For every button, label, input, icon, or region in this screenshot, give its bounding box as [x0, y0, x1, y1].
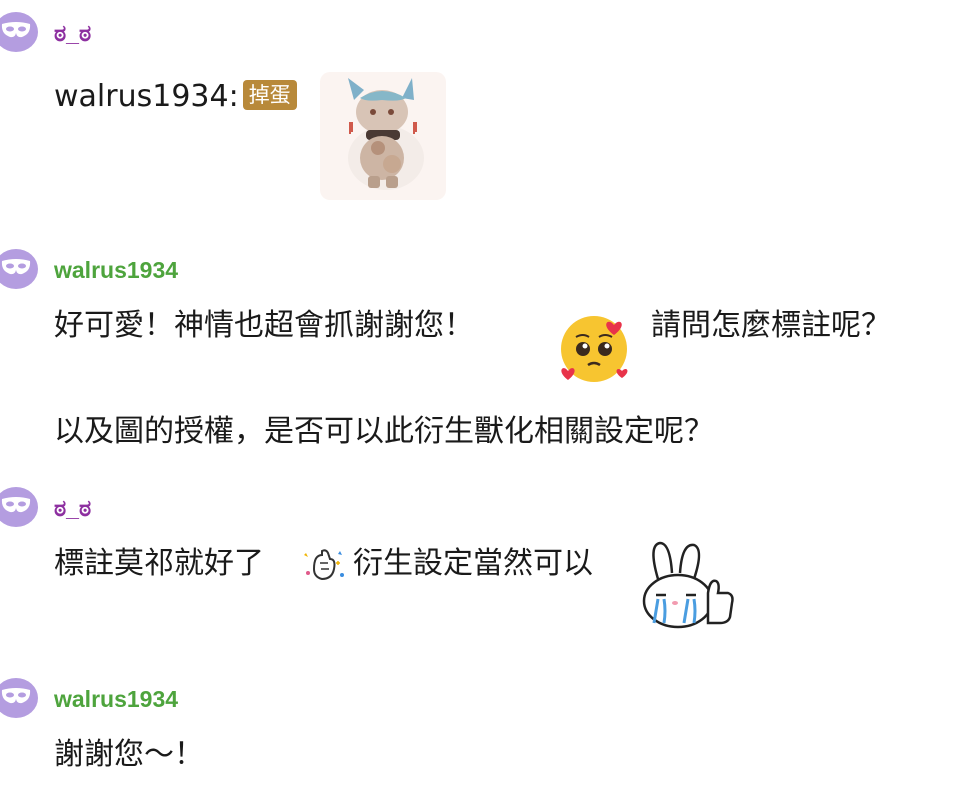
username[interactable]: walrus1934 — [54, 257, 178, 283]
message-header: walrus1934 — [0, 249, 969, 289]
message-text: 謝謝您～！ — [54, 735, 204, 775]
message-prefix: walrus1934: — [54, 79, 239, 114]
message-text-part: 標註莫祁就好了 — [54, 546, 264, 581]
avatar[interactable] — [0, 249, 38, 289]
message-text-part: 好可愛！神情也超會抓謝謝您！ — [54, 308, 474, 343]
avatar[interactable] — [0, 487, 38, 527]
message-text: walrus1934: 掉蛋 — [54, 77, 297, 117]
message-text: 標註莫祁就好了 — [54, 544, 264, 584]
message-header: walrus1934 — [0, 678, 969, 718]
username[interactable]: ಠ_ಠ — [54, 20, 91, 46]
avatar[interactable] — [0, 678, 38, 718]
message-text: 以及圖的授權，是否可以此衍生獸化相關設定呢？ — [54, 412, 714, 452]
message-text: 衍生設定當然可以 — [353, 544, 593, 584]
message-text-part: 謝謝您～！ — [54, 737, 204, 772]
mask-icon — [1, 259, 31, 275]
message-text-part: 衍生設定當然可以 — [353, 546, 593, 581]
sparkle-hand-emoji — [300, 545, 348, 585]
username[interactable]: ಠ_ಠ — [54, 495, 91, 521]
smiling-face-with-hearts-emoji — [556, 311, 632, 387]
crying-bunny-thumbs-up-sticker — [634, 539, 738, 631]
mask-icon — [1, 497, 31, 513]
mask-icon — [1, 22, 31, 38]
message-header: ಠ_ಠ — [0, 12, 969, 52]
tag-badge[interactable]: 掉蛋 — [242, 80, 297, 110]
avatar[interactable] — [0, 12, 38, 52]
chibi-character-sticker — [320, 72, 446, 200]
message-text-part: 以及圖的授權，是否可以此衍生獸化相關設定呢？ — [54, 414, 714, 449]
mask-icon — [1, 688, 31, 704]
message-text: 好可愛！神情也超會抓謝謝您！ — [54, 306, 474, 346]
message-header: ಠ_ಠ — [0, 487, 969, 527]
message-text-part: 請問怎麼標註呢？ — [651, 308, 891, 343]
username[interactable]: walrus1934 — [54, 686, 178, 712]
message-text: 請問怎麼標註呢？ — [651, 306, 891, 346]
